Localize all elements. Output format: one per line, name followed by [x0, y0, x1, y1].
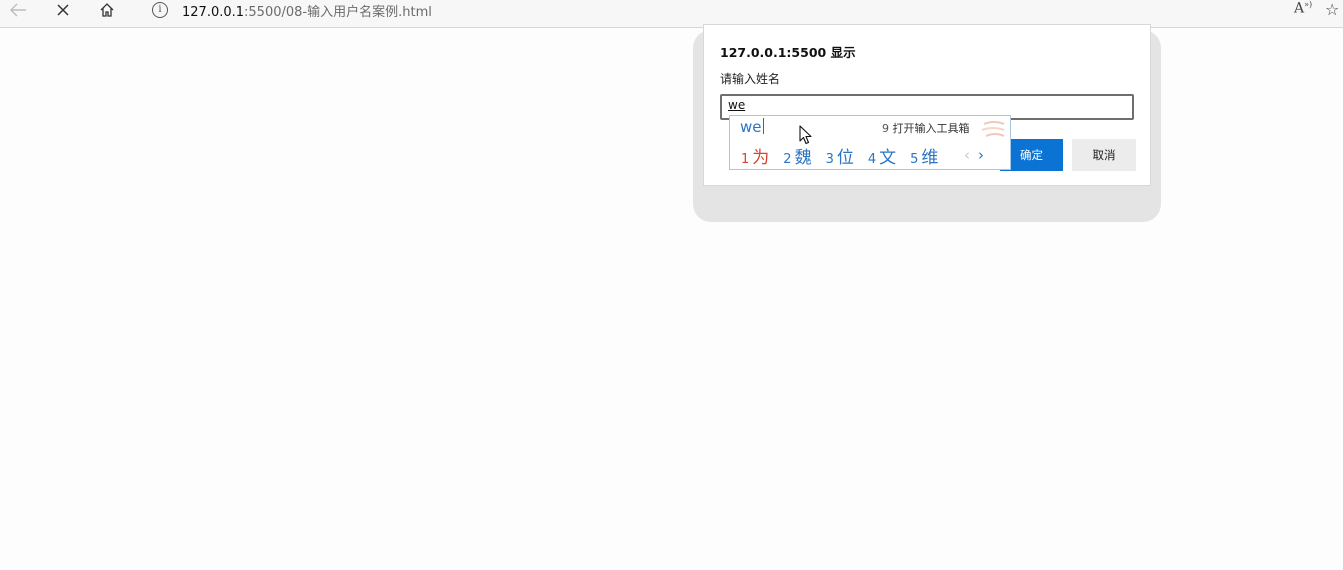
- back-arrow-icon[interactable]: [6, 0, 30, 20]
- candidate-text: 位: [836, 148, 854, 168]
- ime-candidate[interactable]: 2魏: [783, 143, 811, 168]
- chevron-right-icon[interactable]: ›: [978, 146, 984, 164]
- ime-candidate[interactable]: 1为: [741, 143, 769, 168]
- url-host: 127.0.0.1: [182, 4, 245, 20]
- candidate-text: 魏: [794, 148, 812, 168]
- candidate-text: 维: [921, 148, 939, 168]
- ime-toolbox-number: 9: [882, 122, 889, 135]
- candidate-number: 4: [867, 152, 877, 167]
- home-icon[interactable]: [95, 0, 119, 20]
- ime-skin-decoration-icon: [981, 121, 1005, 137]
- ime-candidate[interactable]: 4文: [868, 143, 896, 168]
- ime-toolbox-label: 打开输入工具箱: [892, 122, 970, 135]
- read-aloud-sup: »): [1304, 0, 1313, 9]
- url-text[interactable]: 127.0.0.1:5500/08-输入用户名案例.html: [182, 1, 432, 20]
- input-composition-text: we: [728, 98, 746, 112]
- candidate-number: 1: [741, 152, 750, 167]
- chevron-left-icon[interactable]: ‹: [964, 146, 970, 164]
- ime-caret: [762, 118, 764, 134]
- ime-candidate-list: 1为 2魏 3位 4文 5维: [741, 143, 952, 168]
- ime-candidate[interactable]: 3位: [826, 143, 854, 168]
- dialog-title: 127.0.0.1:5500 显示: [720, 45, 856, 60]
- url-path: :5500/08-输入用户名案例.html: [244, 4, 432, 20]
- ime-page-nav: ‹ ›: [964, 146, 984, 164]
- candidate-number: 3: [825, 152, 834, 167]
- cancel-button[interactable]: 取消: [1072, 139, 1136, 171]
- info-icon[interactable]: i: [152, 2, 168, 18]
- dialog-message: 请输入姓名: [720, 72, 781, 86]
- candidate-text: 文: [879, 148, 897, 168]
- read-aloud-icon[interactable]: A»): [1294, 0, 1312, 17]
- candidate-number: 2: [783, 152, 792, 167]
- ime-candidate[interactable]: 5维: [910, 143, 938, 168]
- read-aloud-glyph: A: [1294, 0, 1305, 17]
- ime-composition-text: we: [740, 118, 762, 136]
- ime-toolbox-option[interactable]: 9 打开输入工具箱: [882, 120, 970, 136]
- mouse-cursor-icon: [799, 125, 812, 145]
- ime-candidate-window: we 9 打开输入工具箱 1为 2魏 3位 4文 5维 ‹ ›: [729, 115, 1011, 170]
- favorites-star-icon[interactable]: ☆: [1325, 0, 1339, 19]
- candidate-number: 5: [910, 152, 919, 167]
- address-bar[interactable]: i 127.0.0.1:5500/08-输入用户名案例.html: [148, 0, 1288, 20]
- ime-composition: we: [740, 118, 764, 136]
- candidate-text: 为: [752, 148, 770, 168]
- stop-icon[interactable]: [51, 0, 75, 20]
